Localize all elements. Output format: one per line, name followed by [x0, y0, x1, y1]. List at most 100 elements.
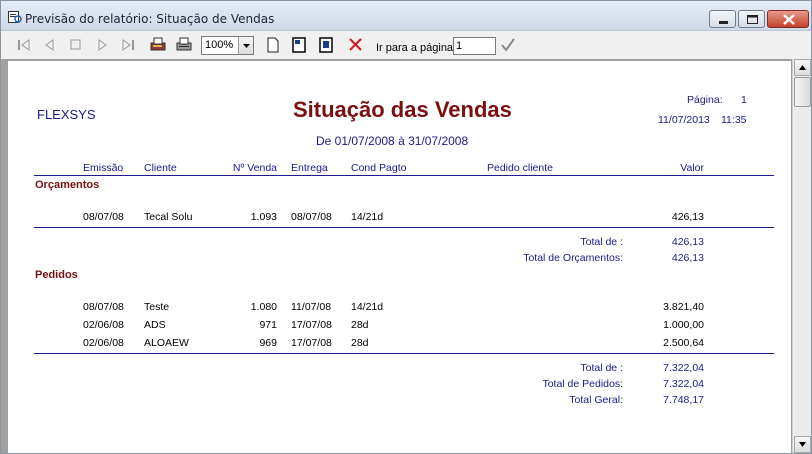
- zoom-select[interactable]: 100%: [201, 36, 254, 55]
- page-width-button[interactable]: [264, 36, 282, 54]
- next-page-icon: [98, 39, 107, 51]
- subtotal-value: 426,13: [671, 236, 704, 248]
- print-date: 11/07/2013: [658, 114, 710, 126]
- one-page-button[interactable]: [290, 36, 308, 54]
- header-divider: [34, 175, 774, 176]
- section-divider: [34, 227, 774, 228]
- maximize-button[interactable]: [738, 10, 765, 28]
- section-divider: [34, 353, 774, 354]
- cell-venda: 971: [259, 319, 277, 331]
- report-title: Situação das Vendas: [293, 97, 512, 122]
- cell-valor: 3.821,40: [663, 301, 704, 313]
- cell-emissao: 02/06/08: [83, 319, 124, 331]
- prev-page-button[interactable]: [41, 36, 59, 54]
- next-page-button[interactable]: [93, 36, 111, 54]
- cell-cliente: ADS: [144, 319, 166, 331]
- group-total-label: Total de Orçamentos:: [523, 252, 623, 264]
- cell-cond: 14/21d: [351, 211, 384, 223]
- grand-total-label: Total Geral:: [569, 394, 623, 406]
- print-setup-icon: [150, 37, 166, 51]
- cell-valor: 1.000,00: [663, 319, 704, 331]
- col-header-cliente: Cliente: [144, 162, 177, 174]
- minimize-button[interactable]: [709, 10, 736, 28]
- scroll-up-button[interactable]: [794, 59, 811, 76]
- subtotal-value: 7.322,04: [663, 362, 704, 374]
- col-header-emissao: Emissão: [83, 162, 124, 174]
- chevron-down-icon: [243, 44, 250, 48]
- two-pages-button[interactable]: [317, 36, 335, 54]
- close-icon: [783, 14, 795, 25]
- cell-entrega: 11/07/08: [291, 301, 332, 313]
- cell-entrega: 08/07/08: [291, 211, 332, 223]
- goto-page-button[interactable]: [499, 36, 517, 54]
- col-header-entrega: Entrega: [291, 162, 328, 174]
- close-button[interactable]: [767, 10, 809, 28]
- report-viewport[interactable]: FLEXSYS Situação das Vendas De 01/07/200…: [1, 59, 811, 453]
- report-app-icon: [8, 11, 22, 23]
- first-page-button[interactable]: [15, 36, 33, 54]
- vertical-scrollbar[interactable]: [792, 59, 811, 453]
- cell-venda: 1.080: [250, 301, 277, 313]
- window-title: Previsão do relatório: Situação de Venda…: [25, 12, 275, 26]
- goto-page-label: Ir para a página: [376, 42, 454, 54]
- company-name: FLEXSYS: [37, 107, 96, 122]
- goto-page-input[interactable]: 1: [453, 37, 496, 55]
- close-preview-button[interactable]: [347, 36, 365, 54]
- two-pages-icon: [319, 37, 333, 53]
- report-page: FLEXSYS Situação das Vendas De 01/07/200…: [8, 61, 791, 453]
- cell-emissao: 02/06/08: [83, 337, 124, 349]
- prev-page-icon: [45, 39, 54, 51]
- page-number: 1: [741, 94, 747, 106]
- print-button[interactable]: [175, 36, 193, 54]
- col-header-pedido: Pedido cliente: [487, 162, 553, 174]
- title-bar[interactable]: Previsão do relatório: Situação de Venda…: [1, 1, 811, 31]
- cell-venda: 969: [259, 337, 277, 349]
- cell-venda: 1.093: [250, 211, 277, 223]
- subtotal-label: Total de :: [580, 362, 623, 374]
- cell-cond: 28d: [351, 337, 369, 349]
- group-total-value: 7.322,04: [663, 378, 704, 390]
- page-width-icon: [267, 37, 279, 53]
- stop-button[interactable]: [67, 36, 85, 54]
- cell-cliente: Teste: [144, 301, 170, 313]
- group-total-value: 426,13: [671, 252, 704, 264]
- check-icon: [501, 38, 515, 52]
- section-title: Orçamentos: [35, 179, 100, 191]
- one-page-icon: [292, 37, 306, 53]
- maximize-icon: [747, 15, 758, 24]
- cell-valor: 2.500,64: [663, 337, 704, 349]
- stop-icon: [70, 39, 81, 50]
- close-preview-icon: [349, 38, 362, 51]
- last-page-icon: [122, 39, 134, 51]
- col-header-valor: Valor: [680, 162, 704, 174]
- section-title: Pedidos: [35, 269, 78, 281]
- zoom-value: 100%: [205, 39, 234, 51]
- cell-cond: 28d: [351, 319, 369, 331]
- subtotal-label: Total de :: [580, 236, 623, 248]
- chevron-up-icon: [799, 65, 806, 70]
- cell-cliente: Tecal Solu: [144, 211, 193, 223]
- last-page-button[interactable]: [119, 36, 137, 54]
- group-total-label: Total de Pedidos:: [542, 378, 623, 390]
- cell-cond: 14/21d: [351, 301, 384, 313]
- cell-cliente: ALOAEW: [144, 337, 189, 349]
- zoom-dropdown-button[interactable]: [238, 37, 253, 54]
- print-time: 11:35: [721, 114, 747, 126]
- cell-entrega: 17/07/08: [291, 337, 332, 349]
- preview-window: Previsão do relatório: Situação de Venda…: [0, 0, 812, 454]
- print-icon: [176, 37, 192, 51]
- minimize-icon: [719, 21, 728, 24]
- print-setup-button[interactable]: [149, 36, 167, 54]
- scroll-down-button[interactable]: [794, 436, 811, 453]
- cell-emissao: 08/07/08: [83, 301, 124, 313]
- cell-entrega: 17/07/08: [291, 319, 332, 331]
- first-page-icon: [18, 39, 30, 51]
- col-header-venda: Nº Venda: [232, 162, 277, 174]
- page-label: Página:: [687, 94, 723, 106]
- scroll-thumb[interactable]: [794, 77, 811, 107]
- cell-emissao: 08/07/08: [83, 211, 124, 223]
- col-header-cond: Cond Pagto: [351, 162, 407, 174]
- grand-total-value: 7.748,17: [663, 394, 704, 406]
- goto-page-value: 1: [456, 40, 463, 52]
- preview-toolbar: 100% Ir para a página 1: [1, 31, 811, 59]
